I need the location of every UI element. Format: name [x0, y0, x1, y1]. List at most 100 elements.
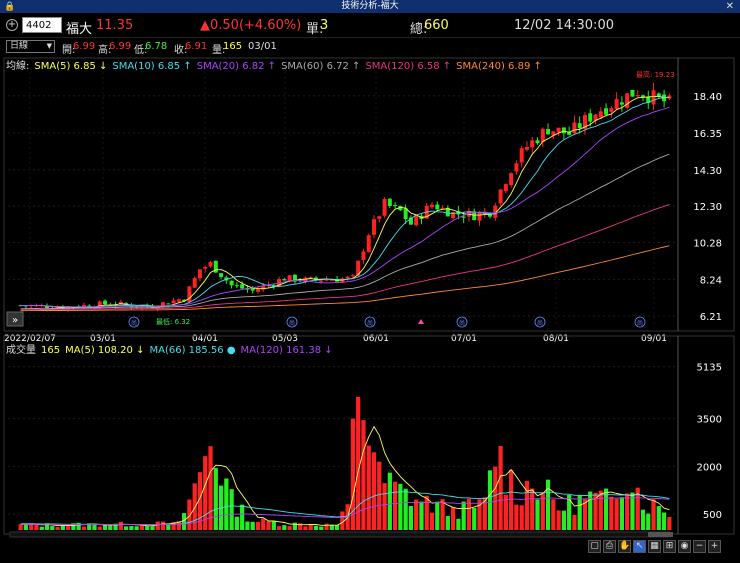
close-icon[interactable]: ✕	[726, 0, 734, 13]
volume-bar	[598, 490, 603, 530]
maline-item: SMA(5) 6.85 ↓	[34, 61, 108, 72]
volume-bar	[456, 518, 461, 530]
volume-legend: 成交量 165 MA(5) 108.20 ↓ MA(66) 185.56 ● MA(12…	[6, 341, 338, 356]
scrollbar-thumb	[648, 532, 673, 537]
volume-bar	[514, 504, 519, 530]
candle-body	[619, 102, 624, 105]
price-change: ▲0.50(+4.60%)	[200, 18, 302, 33]
volline-item: MA(5) 108.20 ↓	[65, 345, 145, 356]
candle-body	[197, 269, 202, 279]
candle-body	[361, 251, 366, 260]
volume-bar	[329, 525, 334, 530]
volume-bar	[609, 496, 614, 530]
volume-bar	[182, 513, 187, 530]
volume-bar	[303, 526, 308, 530]
volume-bar	[461, 501, 466, 530]
candle-body	[435, 204, 440, 210]
crosshair-icon[interactable]: ▢	[588, 540, 601, 553]
volume-bar	[276, 526, 282, 530]
volume-bar	[39, 526, 44, 530]
pointer-icon[interactable]: ↖	[633, 540, 646, 553]
volume-bar	[377, 461, 382, 530]
volume-bar	[229, 489, 234, 530]
candle-body	[345, 276, 350, 279]
volume-bar	[424, 495, 429, 530]
add-icon[interactable]: +	[6, 19, 18, 31]
candle-body	[572, 122, 577, 134]
candle-body	[176, 299, 181, 302]
candle-body	[546, 129, 551, 135]
last-price: 11.35	[96, 18, 134, 33]
candle-body	[656, 93, 661, 97]
table-icon[interactable]: ▦	[648, 540, 661, 553]
volume-bar	[102, 525, 108, 530]
candle-body	[203, 266, 208, 269]
volume-bar	[530, 488, 535, 530]
moving-average-line	[20, 106, 670, 308]
candle-body	[372, 219, 377, 235]
candle-body	[598, 111, 603, 118]
maline-item: SMA(20) 6.82 ↑	[196, 61, 277, 72]
candle-body	[514, 163, 519, 172]
volume-bar	[23, 524, 29, 530]
volume-bar	[234, 516, 239, 530]
volume-bar	[324, 523, 329, 530]
zoom-out-icon[interactable]: −	[693, 540, 706, 553]
candle-body	[651, 90, 656, 105]
moving-average-line	[20, 203, 670, 311]
volume-bar	[661, 512, 667, 530]
candle-body	[382, 199, 387, 216]
maline-item: SMA(120) 6.58 ↑	[365, 61, 452, 72]
candle-body	[393, 204, 398, 206]
zoom-icon[interactable]: ⊞	[663, 540, 676, 553]
candle-body	[229, 280, 234, 286]
volume-bar	[656, 506, 661, 530]
volume-tick-label: 2000	[697, 462, 722, 473]
candle-body	[540, 128, 545, 142]
period-select[interactable]: 日線 ▼	[6, 40, 55, 53]
chart-area[interactable]: 6.218.2410.2812.3014.3016.3518.402022/02…	[0, 55, 740, 540]
stock-code-input[interactable]	[22, 17, 62, 33]
candle-body	[403, 208, 408, 220]
volume-bar	[561, 510, 566, 530]
volume-bar	[313, 525, 319, 530]
volume-bar	[287, 526, 292, 530]
view-icon[interactable]: ◉	[678, 540, 691, 553]
volume-ma-line	[20, 425, 670, 527]
candle-body	[208, 262, 213, 267]
volume-bar	[551, 499, 556, 530]
volume-bar	[408, 505, 414, 530]
volline-item: MA(120) 161.38 ↓	[240, 345, 333, 356]
volume-bar	[414, 499, 419, 530]
volume-bar	[292, 522, 298, 530]
candle-body	[477, 212, 482, 221]
candle-body	[255, 289, 260, 292]
volume-bar	[18, 524, 23, 530]
volume-tick-label: 3500	[697, 415, 722, 426]
candle-body	[640, 95, 645, 98]
print-icon[interactable]: ⎙	[603, 540, 616, 553]
candle-body	[440, 207, 445, 209]
quote-datetime: 12/02 14:30:00	[514, 18, 614, 33]
price-tick-label: 12.30	[693, 202, 722, 213]
unit-volume-value: 3	[320, 18, 329, 33]
window-title: 技術分析-福大	[341, 1, 399, 11]
maline-label: 均線:	[6, 61, 30, 72]
volume-tick-label: 5135	[697, 363, 722, 374]
maline-item: SMA(10) 6.85 ↑	[112, 61, 192, 72]
price-tick-label: 16.35	[693, 129, 722, 140]
price-frame	[3, 57, 735, 332]
volume-bar	[134, 526, 139, 530]
volume-bar	[124, 526, 129, 530]
volume-bar	[519, 505, 524, 530]
hand-icon[interactable]: ✋	[618, 540, 631, 553]
volume-bar	[572, 514, 577, 530]
volline-value: 165	[41, 345, 61, 356]
zoom-in-icon[interactable]: +	[708, 540, 721, 553]
volume-bar	[224, 478, 229, 530]
event-marker-label: 尚	[637, 319, 643, 327]
ma-legend: 均線: SMA(5) 6.85 ↓ SMA(10) 6.85 ↑ SMA(20) 6.…	[6, 57, 547, 72]
volume-bar	[382, 483, 387, 530]
event-marker-label: 尚	[459, 319, 465, 327]
stock-name: 福大	[66, 22, 93, 37]
